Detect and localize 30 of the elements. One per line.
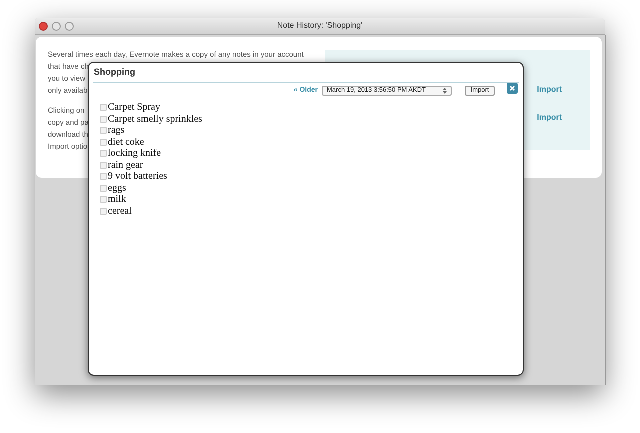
checkbox[interactable] (100, 104, 107, 112)
checkbox[interactable] (100, 138, 107, 146)
window-title: Note History: 'Shopping' (277, 20, 363, 32)
item-text: eggs (108, 182, 126, 195)
checkbox[interactable] (100, 173, 107, 180)
close-button[interactable] (39, 22, 48, 30)
stepper-icon (443, 88, 447, 94)
import-link[interactable]: Import (537, 112, 562, 124)
checkbox[interactable] (100, 127, 107, 134)
zoom-button[interactable] (65, 22, 74, 30)
item-text: Carpet Spray (108, 101, 160, 115)
item-text: rain gear (108, 158, 144, 172)
minimize-button[interactable] (52, 22, 61, 30)
item-text: rags (108, 124, 125, 138)
checkbox[interactable] (100, 150, 107, 158)
item-text: Carpet smelly sprinkles (108, 112, 202, 127)
item-text: 9 volt batteries (108, 170, 168, 184)
checkbox[interactable] (100, 116, 107, 123)
item-text: locking knife (108, 147, 162, 162)
checkbox[interactable] (100, 196, 107, 204)
dialog-title: Shopping (93, 66, 136, 79)
item-text: cereal (108, 204, 132, 219)
close-icon[interactable] (507, 82, 518, 94)
item-text: diet coke (108, 136, 144, 149)
scrollbar[interactable] (605, 35, 606, 385)
item-text: milk (108, 194, 126, 207)
import-link[interactable]: Import (537, 84, 562, 96)
checkbox[interactable] (100, 184, 107, 192)
checkbox[interactable] (100, 208, 107, 215)
checkbox[interactable] (100, 162, 107, 169)
